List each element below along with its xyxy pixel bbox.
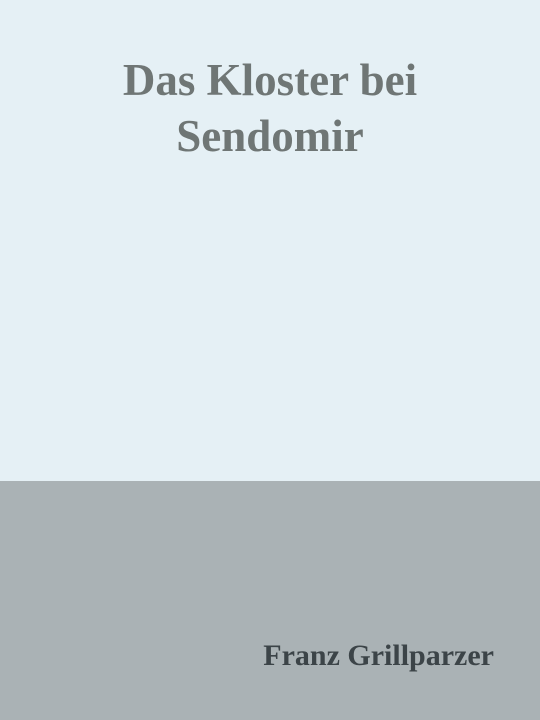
book-title-line-1: Das Kloster bei xyxy=(122,55,418,105)
cover-top-panel: Das Kloster bei Sendomir xyxy=(0,0,540,481)
cover-bottom-panel xyxy=(0,481,540,720)
book-title: Das Kloster bei Sendomir xyxy=(20,52,520,164)
book-cover: Das Kloster bei Sendomir Franz Grillparz… xyxy=(0,0,540,720)
book-title-line-2: Sendomir xyxy=(176,111,364,161)
book-author: Franz Grillparzer xyxy=(263,639,494,672)
